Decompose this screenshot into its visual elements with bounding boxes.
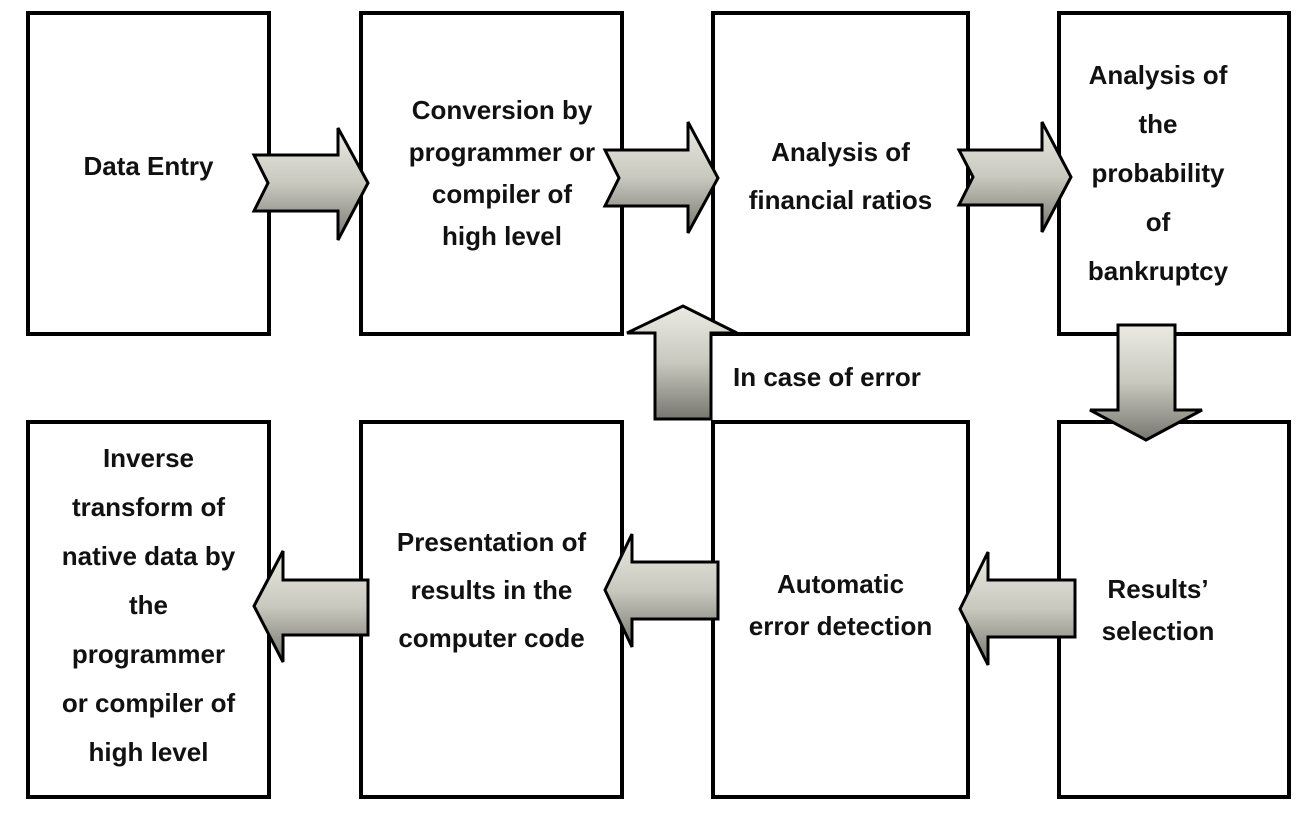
box-text-line: Conversion by (411, 94, 593, 125)
box-text-line: Data Entry (83, 150, 214, 181)
box-text-line: native data by (61, 540, 236, 571)
box-text-line: high level (442, 220, 562, 251)
label-conversion: Conversion by programmer or compiler of hig… (362, 20, 642, 325)
arrow-right-1 (251, 127, 370, 241)
label-presentation: Presentation of results in the computer co… (359, 420, 624, 760)
box-text-line: the (1138, 109, 1178, 139)
box-text-line: compiler of (431, 178, 573, 209)
box-text-line: high level (88, 736, 209, 767)
box-text-line: programmer or (408, 136, 596, 167)
box-text-line: computer code (398, 623, 585, 653)
box-text-line: of (1145, 207, 1171, 237)
box-text-line: transform of (71, 491, 226, 522)
label-bankruptcy: Analysis of the probability of bankruptcy (1057, 11, 1259, 336)
box-text-line: financial ratios (748, 185, 933, 215)
label-results-selection: Results’ selection (1057, 420, 1259, 800)
box-text-line: selection (1101, 616, 1215, 646)
flowchart: Data Entry Conversion by programmer or com… (0, 0, 1303, 816)
box-text-line: Results’ (1107, 574, 1209, 604)
label-data-entry: Data Entry (26, 11, 271, 321)
box-text-line: the (129, 589, 168, 620)
arrow-right-3 (956, 121, 1073, 233)
box-text-line: programmer (71, 638, 226, 669)
box-text-line: Analysis of (771, 137, 910, 167)
box-text-line: Inverse (102, 442, 195, 473)
box-text-line: probability (1091, 158, 1225, 188)
label-error-detection: Automatic error detection (711, 420, 970, 790)
box-text-line: or compiler of (61, 687, 236, 718)
box-text-line: Analysis of (1088, 60, 1228, 90)
error-label: In case of error (733, 362, 921, 392)
box-text-line: error detection (748, 611, 933, 641)
box-text-line: results in the (410, 575, 573, 605)
box-text-line: Automatic (776, 569, 905, 599)
arrow-left-7 (252, 550, 370, 663)
label-financial-ratios: Analysis of financial ratios (711, 11, 970, 341)
label-inverse-transform: Inverse transform of native data by the prog… (26, 420, 271, 790)
box-text-line: bankruptcy (1087, 256, 1229, 286)
box-text-line: Presentation of (396, 527, 587, 557)
